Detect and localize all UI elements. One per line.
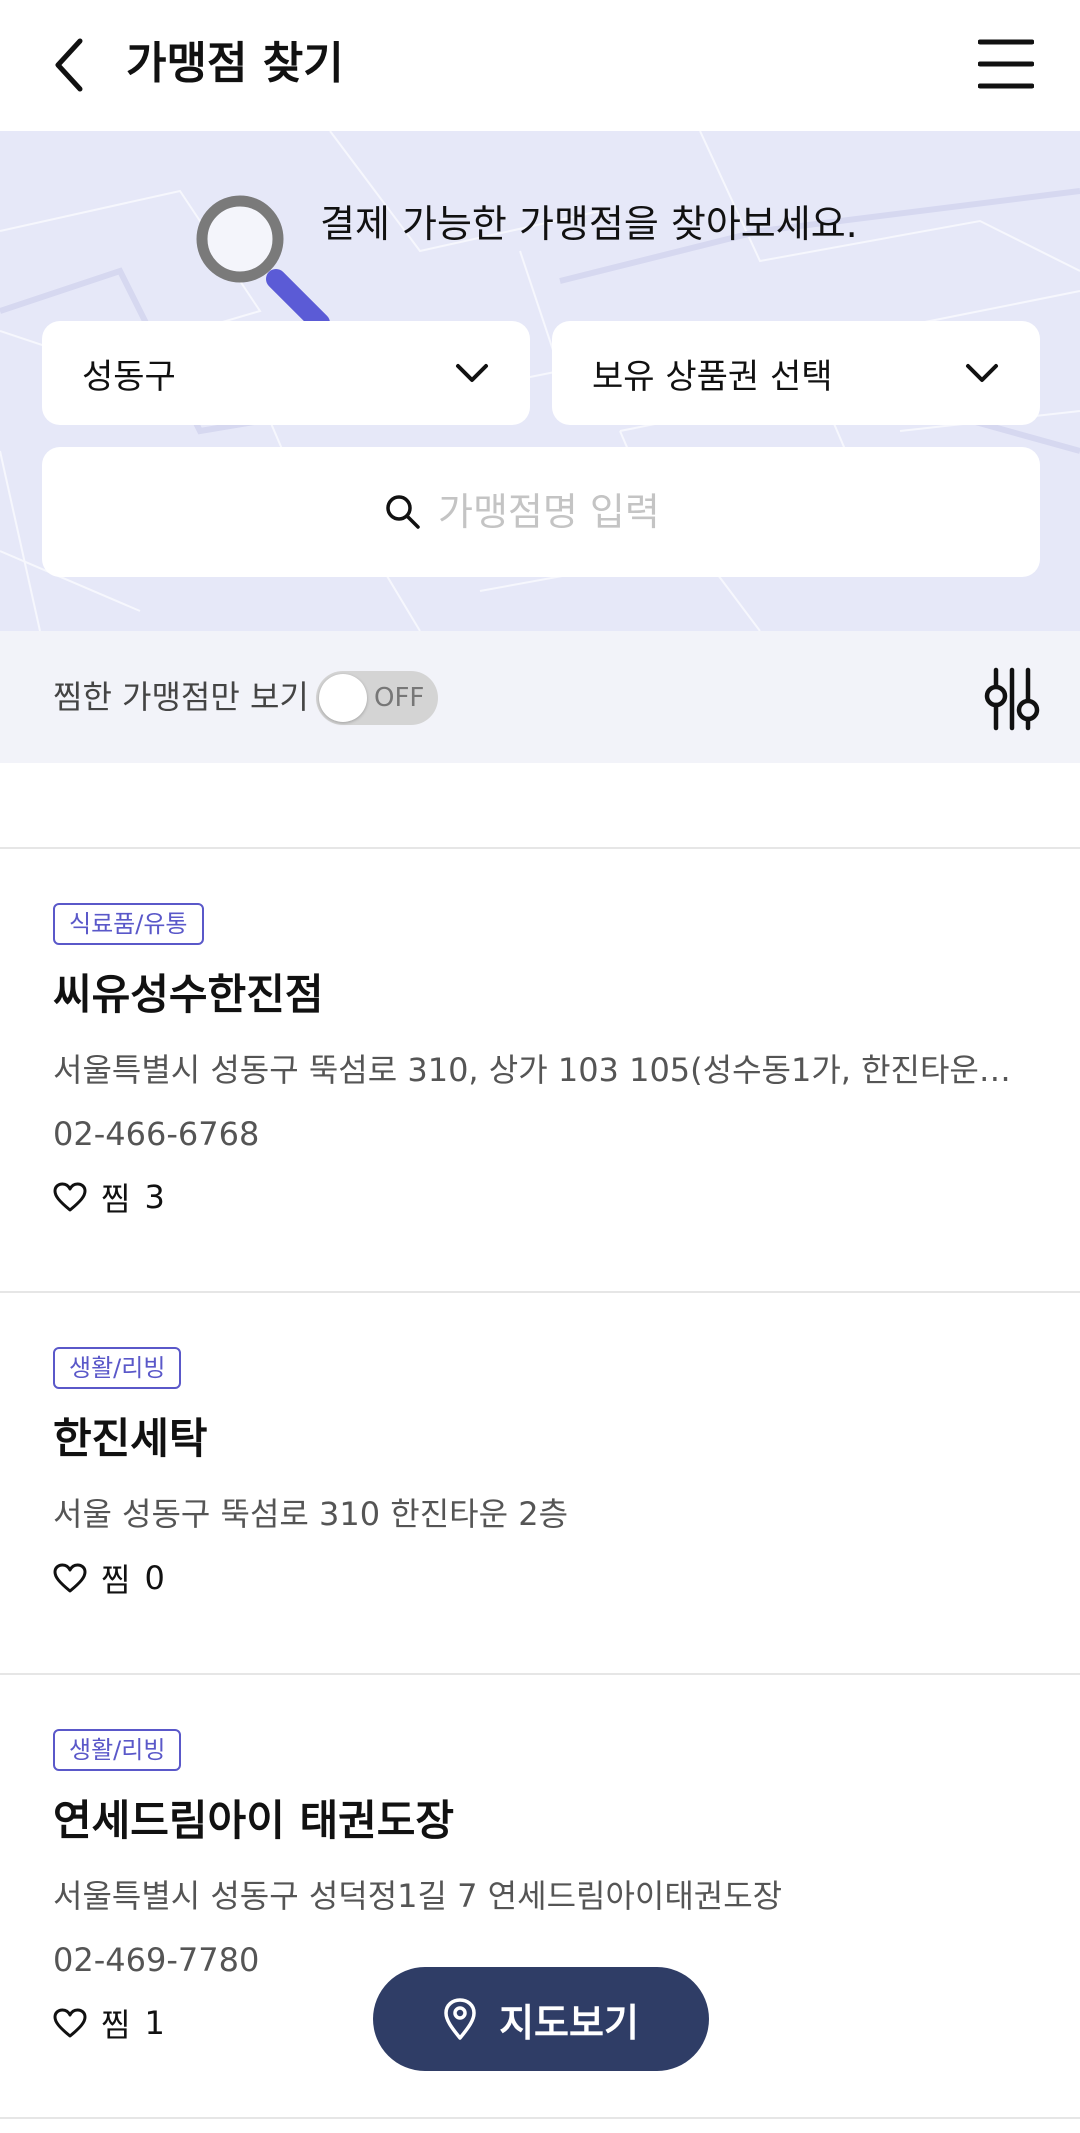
chevron-left-icon bbox=[55, 38, 83, 92]
store-name: 연세드림아이 태권도장 bbox=[53, 1796, 455, 1845]
store-name: 한진세탁 bbox=[53, 1414, 208, 1463]
store-name: 씨유성수한진점 bbox=[53, 970, 324, 1019]
filter-bar: 찜한 가맹점만 보기 OFF bbox=[0, 631, 1080, 763]
chevron-down-icon bbox=[966, 364, 998, 382]
map-view-button[interactable]: 지도보기 bbox=[373, 1967, 709, 2071]
map-pin-icon bbox=[444, 1998, 476, 2040]
store-address: 서울특별시 성동구 뚝섬로 310, 상가 103 105(성수동1가, 한진타… bbox=[53, 1051, 1013, 1089]
favorite-label: 찜 bbox=[101, 2006, 131, 2044]
favorite-count: 0 bbox=[144, 1559, 165, 1597]
app-header: 가맹점 찾기 bbox=[0, 0, 1080, 131]
filter-settings-icon[interactable] bbox=[982, 664, 1042, 734]
favorite-label: 찜 bbox=[101, 1561, 131, 1599]
favorite-button[interactable]: 찜 1 bbox=[53, 2000, 165, 2046]
favorite-button[interactable]: 찜 0 bbox=[53, 1555, 165, 1601]
toggle-state-label: OFF bbox=[374, 683, 425, 713]
map-view-label: 지도보기 bbox=[499, 2000, 639, 2045]
favorites-only-toggle[interactable]: OFF bbox=[316, 671, 438, 725]
magnifier-illustration bbox=[196, 195, 330, 326]
store-phone: 02-466-6768 bbox=[53, 1115, 260, 1153]
voucher-select[interactable]: 보유 상품권 선택 bbox=[552, 321, 1040, 425]
search-hero: 결제 가능한 가맹점을 찾아보세요. 성동구 보유 상품권 선택 bbox=[0, 131, 1080, 631]
back-button[interactable] bbox=[40, 30, 100, 100]
search-icon bbox=[386, 495, 420, 529]
favorite-button[interactable]: 찜 3 bbox=[53, 1174, 165, 1220]
heart-outline-icon bbox=[53, 1563, 87, 1593]
favorite-label: 찜 bbox=[101, 1180, 131, 1218]
category-badge: 생활/리빙 bbox=[53, 1347, 182, 1389]
heart-outline-icon bbox=[53, 2008, 87, 2038]
region-select[interactable]: 성동구 bbox=[42, 321, 530, 425]
page-title: 가맹점 찾기 bbox=[126, 38, 344, 89]
store-address: 서울특별시 성동구 성덕정1길 7 연세드림아이태권도장 bbox=[53, 1877, 783, 1915]
store-search-input[interactable] bbox=[438, 490, 698, 534]
favorite-count: 1 bbox=[144, 2004, 165, 2042]
voucher-select-value: 보유 상품권 선택 bbox=[592, 356, 833, 397]
toggle-knob bbox=[319, 674, 367, 722]
store-address: 서울 성동구 뚝섬로 310 한진타운 2층 bbox=[53, 1495, 569, 1533]
list-divider bbox=[0, 2117, 1080, 2119]
favorites-only-label: 찜한 가맹점만 보기 bbox=[53, 678, 309, 716]
favorite-count: 3 bbox=[144, 1178, 165, 1216]
store-list-item[interactable]: 식료품/유통 씨유성수한진점 서울특별시 성동구 뚝섬로 310, 상가 103… bbox=[0, 849, 1080, 1291]
chevron-down-icon bbox=[456, 364, 488, 382]
heart-outline-icon bbox=[53, 1182, 87, 1212]
hamburger-menu-icon bbox=[978, 39, 1034, 89]
store-phone: 02-469-7780 bbox=[53, 1941, 260, 1979]
category-badge: 생활/리빙 bbox=[53, 1729, 182, 1771]
category-badge: 식료품/유통 bbox=[53, 903, 204, 945]
store-search-box[interactable] bbox=[42, 447, 1040, 577]
store-list-item[interactable]: 생활/리빙 한진세탁 서울 성동구 뚝섬로 310 한진타운 2층 찜 0 bbox=[0, 1293, 1080, 1673]
hero-message: 결제 가능한 가맹점을 찾아보세요. bbox=[320, 202, 858, 246]
region-select-value: 성동구 bbox=[82, 356, 176, 397]
menu-button[interactable] bbox=[976, 34, 1036, 94]
